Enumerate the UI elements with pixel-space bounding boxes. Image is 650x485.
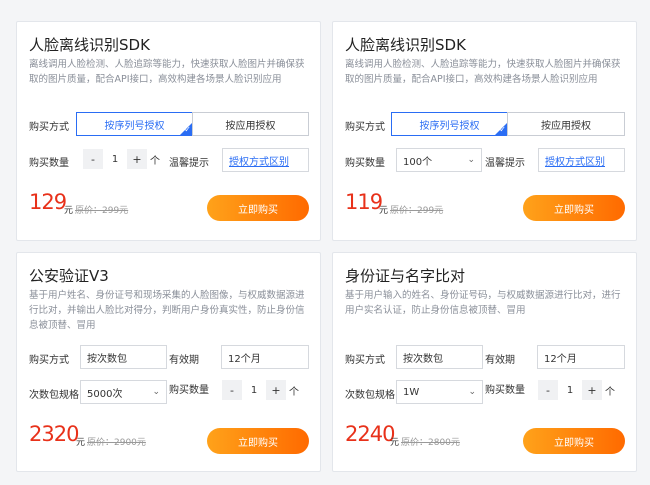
quantity-select-value: 100个 (403, 156, 433, 168)
price-currency: 元 (76, 438, 86, 448)
quantity-label: 购买数量 (345, 158, 385, 169)
increment-button[interactable]: + (127, 149, 147, 169)
purchase-method-label: 购买方式 (345, 355, 385, 366)
package-spec-label: 次数包规格 (29, 390, 79, 401)
quantity-stepper: - 1 + 个 (538, 380, 615, 400)
option-app-license[interactable]: 按应用授权 (192, 112, 309, 136)
package-spec-value: 5000次 (87, 388, 123, 400)
card-title: 身份证与名字比对 (345, 267, 466, 285)
tips-box: 授权方式区别 (538, 148, 625, 172)
quantity-label: 购买数量 (29, 158, 69, 169)
price-value: 2320 (29, 422, 79, 446)
decrement-button[interactable]: - (222, 380, 242, 400)
decrement-button[interactable]: - (538, 380, 558, 400)
price-value: 129 (29, 190, 67, 214)
original-price: 原价：2900元 (87, 438, 146, 448)
tips-box: 授权方式区别 (222, 148, 309, 172)
quantity-stepper: - 1 + 个 (83, 149, 160, 169)
card-description: 基于用户输入的姓名、身份证号码，与权威数据源进行比对，进行用户实名认证，防止身份… (345, 290, 621, 316)
chevron-down-icon: ⌄ (468, 387, 476, 397)
purchase-method-label: 购买方式 (345, 122, 385, 133)
price-currency: 元 (390, 438, 400, 448)
buy-now-button[interactable]: 立即购买 (207, 195, 309, 221)
price-currency: 元 (64, 206, 74, 216)
chevron-down-icon: ⌄ (467, 155, 475, 165)
price-value: 119 (345, 190, 383, 214)
buy-now-button[interactable]: 立即购买 (207, 428, 309, 454)
check-icon: ✓ (184, 125, 191, 134)
card-description: 离线调用人脸检测、人脸追踪等能力，快速获取人脸图片并确保获取的图片质量，配合AP… (29, 59, 305, 85)
increment-button[interactable]: + (582, 380, 602, 400)
card-title: 人脸离线识别SDK (345, 36, 466, 54)
buy-now-button[interactable]: 立即购买 (523, 428, 625, 454)
license-difference-link[interactable]: 授权方式区别 (545, 153, 605, 168)
quantity-value[interactable]: 1 (103, 149, 127, 169)
price-currency: 元 (379, 206, 389, 216)
original-price: 原价：299元 (390, 206, 444, 216)
original-price: 原价：299元 (75, 206, 129, 216)
quantity-unit: 个 (605, 386, 615, 398)
buy-now-button[interactable]: 立即购买 (523, 195, 625, 221)
quantity-value[interactable]: 1 (558, 380, 582, 400)
product-card-police-verify: 公安验证V3 基于用户姓名、身份证号和现场采集的人脸图像，与权威数据源进行比对，… (16, 252, 321, 472)
product-card-face-sdk-serial: 人脸离线识别SDK 离线调用人脸检测、人脸追踪等能力，快速获取人脸图片并确保获取… (16, 21, 321, 241)
package-spec-label: 次数包规格 (345, 390, 395, 401)
validity-value[interactable]: 12个月 (537, 345, 625, 369)
product-card-id-name-compare: 身份证与名字比对 基于用户输入的姓名、身份证号码，与权威数据源进行比对，进行用户… (332, 252, 637, 472)
license-difference-link[interactable]: 授权方式区别 (229, 153, 289, 168)
decrement-button[interactable]: - (83, 149, 103, 169)
purchase-method-value[interactable]: 按次数包 (80, 345, 167, 369)
original-price: 原价：2800元 (401, 438, 460, 448)
quantity-unit: 个 (150, 155, 160, 167)
price-value: 2240 (345, 422, 395, 446)
quantity-value[interactable]: 1 (242, 380, 266, 400)
option-label: 按序列号授权 (104, 120, 165, 132)
validity-label: 有效期 (485, 355, 515, 366)
tips-label: 温馨提示 (169, 158, 209, 169)
product-card-face-sdk-quantity: 人脸离线识别SDK 离线调用人脸检测、人脸追踪等能力，快速获取人脸图片并确保获取… (332, 21, 637, 241)
quantity-label: 购买数量 (169, 385, 209, 396)
option-app-license[interactable]: 按应用授权 (507, 112, 625, 136)
option-label: 按应用授权 (541, 120, 591, 132)
quantity-label: 购买数量 (485, 385, 525, 396)
check-icon: ✓ (499, 125, 506, 134)
quantity-unit: 个 (289, 386, 299, 398)
card-title: 公安验证V3 (29, 267, 109, 285)
package-spec-select[interactable]: 5000次 ⌄ (80, 380, 167, 404)
option-serial-license[interactable]: 按序列号授权 ✓ (76, 112, 193, 136)
card-title: 人脸离线识别SDK (29, 36, 150, 54)
option-serial-license[interactable]: 按序列号授权 ✓ (391, 112, 508, 136)
chevron-down-icon: ⌄ (152, 387, 160, 397)
purchase-method-label: 购买方式 (29, 355, 69, 366)
increment-button[interactable]: + (266, 380, 286, 400)
purchase-method-value[interactable]: 按次数包 (396, 345, 483, 369)
tips-label: 温馨提示 (485, 158, 525, 169)
card-description: 基于用户姓名、身份证号和现场采集的人脸图像，与权威数据源进行比对，并输出人脸比对… (29, 290, 305, 331)
package-spec-value: 1W (403, 386, 420, 398)
option-label: 按应用授权 (225, 120, 276, 132)
package-spec-select[interactable]: 1W ⌄ (396, 380, 483, 404)
quantity-select[interactable]: 100个 ⌄ (396, 148, 482, 172)
validity-label: 有效期 (169, 355, 199, 366)
option-label: 按序列号授权 (419, 120, 480, 132)
validity-value[interactable]: 12个月 (221, 345, 309, 369)
purchase-method-label: 购买方式 (29, 122, 69, 133)
quantity-stepper: - 1 + 个 (222, 380, 299, 400)
card-description: 离线调用人脸检测、人脸追踪等能力，快速获取人脸图片并确保获取的图片质量，配合AP… (345, 59, 621, 85)
